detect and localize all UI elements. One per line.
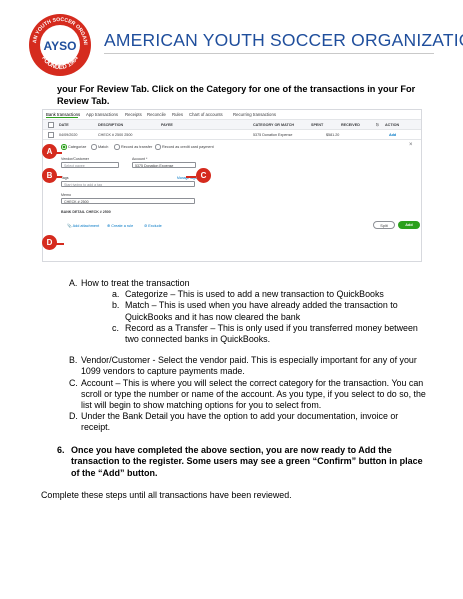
logo-letters: AYSO — [44, 39, 77, 53]
callout-c-pointer — [186, 176, 196, 178]
list-item-b: B. Vendor/Customer - Select the vendor p… — [69, 355, 417, 377]
create-rule-link[interactable]: ⊕ Create a rule — [107, 223, 133, 228]
exclude-icon: ⊘ — [144, 224, 148, 228]
transaction-detail-panel: Categorize Match Record as transfer Reco… — [43, 140, 421, 261]
paperclip-icon: 📎 — [67, 224, 72, 228]
col-action[interactable]: ACTION — [385, 123, 399, 127]
memo-label: Memo — [61, 193, 71, 197]
radio-match[interactable]: Match — [91, 144, 108, 150]
tab-chart-of-accounts[interactable]: Chart of accounts — [189, 112, 223, 117]
ayso-logo: AMERICAN YOUTH SOCCER ORGANIZATION FOUND… — [25, 8, 93, 78]
close-icon[interactable]: × — [409, 142, 413, 148]
col-received[interactable]: RECEIVED — [341, 123, 360, 127]
intro-text: your For Review Tab. Click on the Catego… — [57, 84, 416, 106]
tags-input[interactable]: Start typing to add a tag — [61, 181, 195, 187]
col-spent[interactable]: SPENT — [311, 123, 323, 127]
list-item-a: A. How to treat the transaction — [69, 278, 190, 288]
row-checkbox[interactable] — [48, 132, 54, 138]
list-item-a-a: a. Categorize – This is used to add a ne… — [112, 289, 384, 300]
active-tab-indicator — [46, 117, 78, 119]
list-item-c: C. Account – This is where you will sele… — [69, 377, 426, 411]
tab-reconcile[interactable]: Reconcile — [147, 112, 166, 117]
col-description[interactable]: DESCRIPTION — [98, 123, 123, 127]
instructions: A. How to treat the transaction a. Categ… — [57, 278, 427, 434]
col-payee[interactable]: PAYEE — [161, 123, 173, 127]
row-date: 04/09/2020 — [59, 133, 78, 137]
radio-credit-card[interactable]: Record as credit card payment — [155, 144, 214, 150]
list-item-a-b: b. Match – This is used when you have al… — [112, 300, 398, 322]
callout-d-pointer — [56, 243, 64, 245]
step-6: 6. Once you have completed the above sec… — [57, 445, 423, 478]
plus-circle-icon: ⊕ — [107, 224, 111, 228]
vendor-select[interactable]: Select payee — [61, 162, 119, 168]
col-category[interactable]: CATEGORY OR MATCH — [253, 123, 294, 127]
callout-b: B — [42, 168, 57, 183]
vendor-label: Vendor/Customer — [61, 157, 89, 161]
radio-transfer[interactable]: Record as transfer — [114, 144, 152, 150]
tab-recurring[interactable]: Recurring transactions — [233, 112, 276, 117]
bank-detail[interactable]: BANK DETAIL CHECK # 2500 — [61, 210, 111, 214]
callout-a: A — [42, 144, 57, 159]
tab-app-transactions[interactable]: App transactions — [86, 112, 118, 117]
row-category[interactable]: 5375 Donation Expense — [253, 133, 292, 137]
list-item-d: D. Under the Bank Detail you have the op… — [69, 411, 399, 433]
add-attachment-link[interactable]: 📎 Add attachment — [67, 223, 99, 228]
tab-receipts[interactable]: Receipts — [125, 112, 142, 117]
bank-tabs: Bank transactions App transactions Recei… — [43, 110, 421, 120]
callout-c: C — [196, 168, 211, 183]
memo-input[interactable]: CHECK # 2500 — [61, 198, 195, 204]
org-title: AMERICAN YOUTH SOCCER ORGANIZATION — [104, 30, 463, 50]
row-description: CHECK # 2500 2500 — [98, 133, 133, 137]
add-button[interactable]: Add — [398, 221, 420, 229]
table-row[interactable]: 04/09/2020 CHECK # 2500 2500 5375 Donati… — [43, 130, 421, 140]
exclude-link[interactable]: ⊘ Exclude — [144, 223, 162, 228]
radio-categorize[interactable]: Categorize — [61, 144, 86, 150]
tags-label: Tags — [61, 176, 69, 180]
account-label: Account * — [132, 157, 148, 161]
col-date[interactable]: DATE — [59, 123, 69, 127]
tab-rules[interactable]: Rules — [172, 112, 183, 117]
quickbooks-screenshot: Bank transactions App transactions Recei… — [42, 109, 422, 262]
row-spent: $581.20 — [326, 133, 340, 137]
header-divider — [104, 53, 434, 54]
select-all-checkbox[interactable] — [48, 122, 54, 128]
closing-text: Complete these steps until all transacti… — [41, 490, 292, 500]
attachment-icon: ⎋ — [376, 123, 379, 127]
account-select[interactable]: 5375 Donation Expense — [132, 162, 196, 168]
row-add-link[interactable]: Add — [389, 133, 396, 137]
list-item-a-c: c. Record as a Transfer – This is only u… — [112, 322, 418, 345]
split-button[interactable]: Split — [373, 221, 395, 229]
table-header: DATE DESCRIPTION PAYEE CATEGORY OR MATCH… — [43, 120, 421, 130]
callout-d: D — [42, 235, 57, 250]
